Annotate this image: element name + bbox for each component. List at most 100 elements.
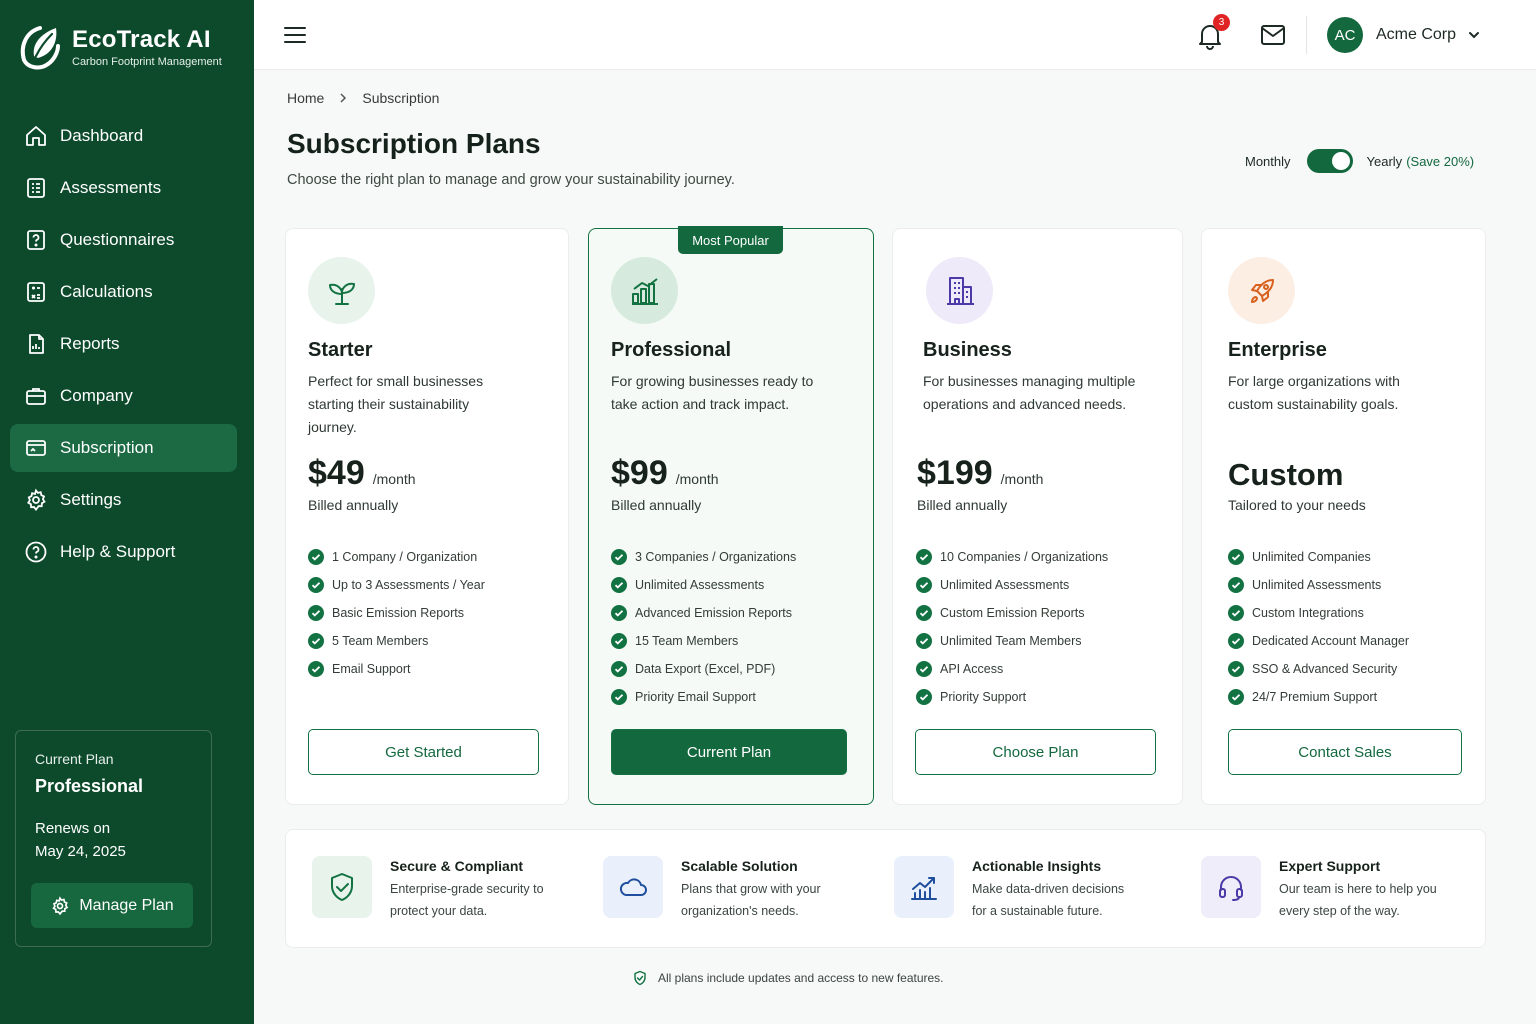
sidebar-item-settings[interactable]: Settings <box>10 476 237 524</box>
footer-note-text: All plans include updates and access to … <box>658 971 944 985</box>
plan-card-enterprise: Enterprise For large organizations with … <box>1201 228 1486 805</box>
highlight-desc: Make data-driven decisions for a sustain… <box>972 882 1125 918</box>
sidebar-item-reports[interactable]: Reports <box>10 320 237 368</box>
check-circle-icon <box>1228 661 1244 677</box>
plan-billing-note: Billed annually <box>917 497 1008 513</box>
plan-period: /month <box>1000 471 1044 487</box>
chevron-right-icon <box>340 93 347 103</box>
plan-name: Professional <box>611 339 732 361</box>
get-started-button[interactable]: Get Started <box>308 729 539 775</box>
current-plan-name: Professional <box>35 776 144 796</box>
check-circle-icon <box>1228 577 1244 593</box>
hamburger-menu-icon[interactable] <box>283 23 307 47</box>
manage-plan-button[interactable]: Manage Plan <box>31 883 193 928</box>
plan-card-starter: Starter Perfect for small businesses sta… <box>285 228 569 805</box>
sidebar-item-calculations[interactable]: Calculations <box>10 268 237 316</box>
choose-plan-button[interactable]: Choose Plan <box>915 729 1156 775</box>
leaf-logo-icon <box>20 26 60 70</box>
check-circle-icon <box>308 605 324 621</box>
cloud-icon <box>619 878 647 896</box>
feature-item: Email Support <box>308 655 485 683</box>
sidebar-item-company[interactable]: Company <box>10 372 237 420</box>
highlight-desc: Plans that grow with your organization's… <box>681 882 821 918</box>
check-circle-icon <box>916 605 932 621</box>
chevron-down-icon <box>1469 32 1480 39</box>
breadcrumb-home[interactable]: Home <box>287 90 324 106</box>
check-circle-icon <box>1228 605 1244 621</box>
plan-feature-list: 10 Companies / Organizations Unlimited A… <box>916 543 1108 711</box>
sidebar-item-dashboard[interactable]: Dashboard <box>10 112 237 160</box>
renews-date: May 24, 2025 <box>35 843 126 860</box>
billing-period-switch[interactable] <box>1306 149 1353 173</box>
highlight-desc: Our team is here to help you every step … <box>1279 882 1437 918</box>
plan-feature-list: 1 Company / Organization Up to 3 Assessm… <box>308 543 485 683</box>
highlight-title: Expert Support <box>1279 858 1381 874</box>
bar-chart-icon <box>631 277 658 305</box>
user-menu[interactable]: AC Acme Corp <box>1327 17 1481 53</box>
header-divider <box>1306 16 1307 54</box>
check-circle-icon <box>916 661 932 677</box>
mail-icon[interactable] <box>1260 24 1286 46</box>
home-icon <box>26 126 46 146</box>
plan-name: Business <box>923 339 1012 361</box>
current-plan-button[interactable]: Current Plan <box>611 729 847 775</box>
plan-icon-wrap <box>926 257 993 324</box>
check-circle-icon <box>611 689 627 705</box>
plan-description: For businesses managing multiple operati… <box>923 373 1136 412</box>
plan-name: Enterprise <box>1228 339 1327 361</box>
building-icon <box>946 276 974 305</box>
shield-check-icon <box>634 970 646 986</box>
highlight-icon-wrap <box>894 856 954 918</box>
highlight-support: Expert Support Our team is here to help … <box>1201 856 1449 922</box>
sidebar-item-help-support[interactable]: Help & Support <box>10 528 237 576</box>
feature-item: 1 Company / Organization <box>308 543 485 571</box>
plan-feature-list: 3 Companies / Organizations Unlimited As… <box>611 543 796 711</box>
highlight-title: Actionable Insights <box>972 858 1102 874</box>
check-circle-icon <box>611 577 627 593</box>
feature-item: Unlimited Assessments <box>916 571 1108 599</box>
feature-item: Custom Integrations <box>1228 599 1409 627</box>
feature-item: 24/7 Premium Support <box>1228 683 1409 711</box>
sidebar-item-assessments[interactable]: Assessments <box>10 164 237 212</box>
report-icon <box>29 334 44 354</box>
brand-logo[interactable]: EcoTrack AI Carbon Footprint Management <box>18 22 222 72</box>
plan-price: $49 <box>308 454 365 492</box>
highlight-insights: Actionable Insights Make data-driven dec… <box>894 856 1142 922</box>
plan-price: $99 <box>611 454 668 492</box>
highlight-desc: Enterprise-grade security to protect you… <box>390 882 544 918</box>
check-circle-icon <box>916 577 932 593</box>
gear-icon <box>52 895 69 915</box>
brand-name: EcoTrack AI <box>72 26 211 53</box>
credit-card-icon <box>26 440 46 456</box>
rocket-icon <box>1250 278 1274 303</box>
feature-item: 5 Team Members <box>308 627 485 655</box>
check-circle-icon <box>308 577 324 593</box>
check-circle-icon <box>1228 549 1244 565</box>
feature-item: Custom Emission Reports <box>916 599 1108 627</box>
monthly-label[interactable]: Monthly <box>1245 154 1291 169</box>
plan-card-business: Business For businesses managing multipl… <box>892 228 1183 805</box>
billing-toggle: Monthly Yearly (Save 20%) <box>1245 149 1474 173</box>
feature-item: Unlimited Assessments <box>611 571 796 599</box>
check-circle-icon <box>916 633 932 649</box>
plan-billing-note: Tailored to your needs <box>1228 497 1366 513</box>
check-circle-icon <box>916 689 932 705</box>
renews-label: Renews on <box>35 820 111 837</box>
calculator-icon <box>27 282 45 302</box>
check-circle-icon <box>611 633 627 649</box>
sidebar-item-label: Company <box>60 386 133 405</box>
plan-feature-list: Unlimited Companies Unlimited Assessment… <box>1228 543 1409 711</box>
feature-item: 15 Team Members <box>611 627 796 655</box>
feature-item: Advanced Emission Reports <box>611 599 796 627</box>
plan-price: $199 <box>917 454 993 492</box>
sidebar-item-questionnaires[interactable]: Questionnaires <box>10 216 237 264</box>
question-box-icon <box>27 230 45 250</box>
page-title: Subscription Plans <box>287 128 541 159</box>
contact-sales-button[interactable]: Contact Sales <box>1228 729 1462 775</box>
yearly-label[interactable]: Yearly <box>1367 154 1403 169</box>
check-circle-icon <box>916 549 932 565</box>
sidebar-item-subscription[interactable]: Subscription <box>10 424 237 472</box>
highlight-icon-wrap <box>603 856 663 918</box>
check-circle-icon <box>611 661 627 677</box>
growth-chart-icon <box>911 877 937 900</box>
